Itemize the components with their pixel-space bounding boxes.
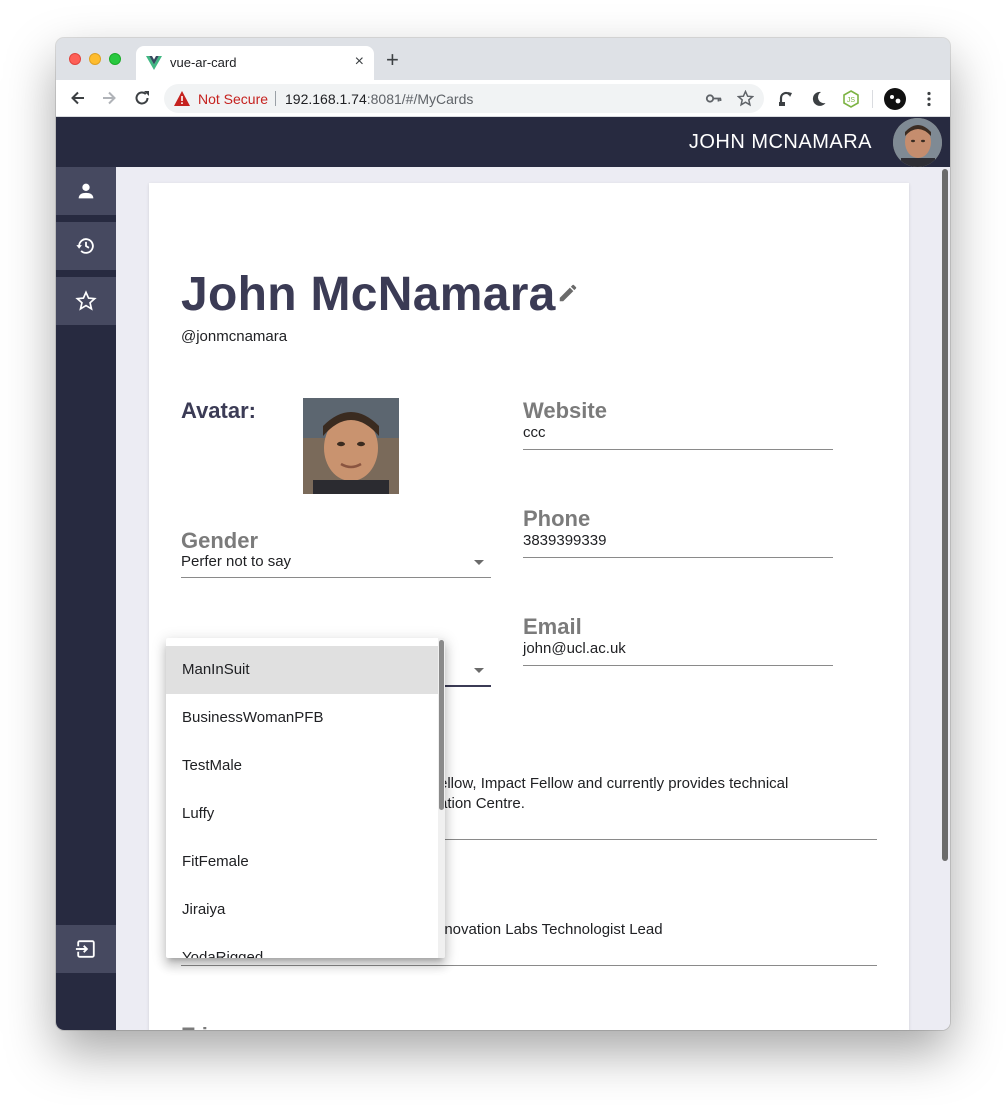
role-text[interactable]: nnovation Labs Technologist Lead <box>436 920 663 940</box>
website-input[interactable]: ccc <box>523 424 546 441</box>
security-status[interactable]: Not Secure <box>198 91 268 107</box>
tab-close-icon[interactable]: × <box>355 53 364 71</box>
gender-dropdown-arrow-icon[interactable] <box>474 560 484 565</box>
dropdown-scrollbar-thumb[interactable] <box>439 640 444 810</box>
url-path: :8081/#/MyCards <box>366 91 474 107</box>
website-label: Website <box>523 398 607 423</box>
dropdown-option[interactable]: Luffy <box>166 790 438 838</box>
avatar-label: Avatar: <box>181 398 256 423</box>
gender-underline <box>181 577 491 578</box>
dark-mode-moon-icon[interactable] <box>809 90 827 108</box>
page-scrollbar[interactable] <box>940 167 950 1030</box>
tab-title: vue-ar-card <box>170 55 237 70</box>
dropdown-option[interactable]: TestMale <box>166 742 438 790</box>
address-bar[interactable]: Not Secure 192.168.1.74:8081/#/MyCards <box>164 84 764 113</box>
more-vert-icon[interactable] <box>920 90 938 108</box>
person-icon <box>78 183 94 199</box>
nodejs-extension-icon[interactable]: JS <box>842 90 860 108</box>
new-tab-button[interactable]: + <box>386 49 399 71</box>
sidebar-item-profile[interactable] <box>56 167 116 215</box>
user-avatar-photo <box>893 118 942 167</box>
dropdown-option[interactable]: BusinessWomanPFB <box>166 694 438 742</box>
sidebar-item-favorites[interactable] <box>56 277 116 325</box>
bio-text-line-1[interactable]: ellow, Impact Fellow and currently provi… <box>439 774 788 794</box>
url-text[interactable]: 192.168.1.74:8081/#/MyCards <box>285 91 473 107</box>
profile-handle: @jonmcnamara <box>181 328 288 345</box>
avatar-photo[interactable] <box>303 398 399 494</box>
star-outline-icon <box>75 290 97 311</box>
gender-label: Gender <box>181 528 259 553</box>
browser-window: vue-ar-card × + Not Secure 192.168.1.74:… <box>56 38 950 1030</box>
gender-select[interactable]: Perfer not to say <box>181 553 291 570</box>
omnibox-divider <box>275 91 276 106</box>
app-header: JOHN MCNAMARA <box>56 117 950 167</box>
avatar-photo-image <box>303 398 399 494</box>
extension-refresh-icon[interactable] <box>777 90 795 108</box>
avatar-dropdown-arrow-icon[interactable] <box>474 668 484 673</box>
edit-pencil-icon[interactable] <box>557 282 579 304</box>
browser-toolbar: Not Secure 192.168.1.74:8081/#/MyCards J… <box>56 80 950 117</box>
reload-icon[interactable] <box>132 88 152 108</box>
next-field-label: E i <box>181 1023 208 1030</box>
page-scrollbar-thumb[interactable] <box>942 169 948 861</box>
vue-logo-icon <box>146 56 162 70</box>
user-name[interactable]: JOHN MCNAMARA <box>689 131 872 154</box>
key-icon[interactable] <box>705 90 722 107</box>
forward-arrow-icon[interactable] <box>99 88 119 108</box>
zoom-window-button[interactable] <box>109 53 121 65</box>
dropdown-option[interactable]: Jiraiya <box>166 886 438 934</box>
website-underline <box>523 449 833 450</box>
app-viewport: JOHN MCNAMARA John McNamara @jonmcnamara… <box>56 117 950 1030</box>
toolbar-divider <box>872 90 873 108</box>
email-label: Email <box>523 614 582 639</box>
logout-icon <box>75 940 95 958</box>
url-host: 192.168.1.74 <box>285 91 367 107</box>
user-avatar[interactable] <box>893 118 942 167</box>
bio-text-line-2[interactable]: ation Centre. <box>439 794 525 814</box>
phone-underline <box>523 557 833 558</box>
dropdown-scrollbar[interactable] <box>438 638 445 958</box>
bookmark-star-icon[interactable] <box>737 90 754 107</box>
svg-text:JS: JS <box>847 97 856 104</box>
side-navigation <box>56 167 116 1030</box>
minimize-window-button[interactable] <box>89 53 101 65</box>
browser-titlebar: vue-ar-card × + <box>56 38 950 80</box>
sidebar-item-history[interactable] <box>56 222 116 270</box>
email-input[interactable]: john@ucl.ac.uk <box>523 640 626 657</box>
phone-input[interactable]: 3839399339 <box>523 532 606 549</box>
close-window-button[interactable] <box>69 53 81 65</box>
profile-avatar-icon[interactable] <box>884 88 906 110</box>
avatar-dropdown-menu: ManInSuit BusinessWomanPFB TestMale Luff… <box>166 638 445 958</box>
dropdown-option[interactable]: YodaRigged <box>166 934 438 958</box>
history-icon <box>76 238 94 254</box>
role-underline <box>181 965 877 966</box>
email-underline <box>523 665 833 666</box>
dropdown-option[interactable]: FitFemale <box>166 838 438 886</box>
profile-name: John McNamara <box>181 268 556 321</box>
browser-tab[interactable]: vue-ar-card × <box>136 46 374 80</box>
warning-icon <box>174 91 190 106</box>
back-arrow-icon[interactable] <box>68 88 88 108</box>
phone-label: Phone <box>523 506 591 531</box>
sidebar-item-logout[interactable] <box>56 925 116 973</box>
dropdown-option[interactable]: ManInSuit <box>166 646 438 694</box>
